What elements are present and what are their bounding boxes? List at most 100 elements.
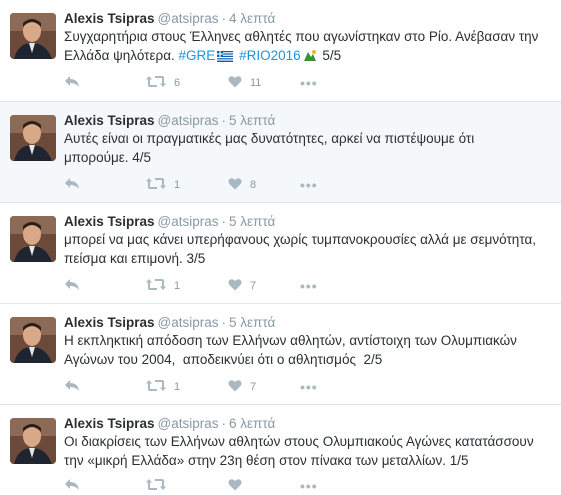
display-name[interactable]: Alexis Tsipras xyxy=(64,416,155,431)
reply-button[interactable] xyxy=(64,379,146,395)
retweet-button[interactable] xyxy=(146,478,228,494)
reply-icon xyxy=(64,478,80,494)
more-icon[interactable]: ••• xyxy=(300,278,318,294)
avatar[interactable] xyxy=(10,216,56,262)
tweet[interactable]: Alexis Tsipras @atsipras · 5 λεπτά Η εκπληκ… xyxy=(0,304,561,405)
medal-icon xyxy=(303,49,317,68)
reply-icon xyxy=(64,177,80,193)
username[interactable]: @atsipras xyxy=(158,113,219,128)
retweet-button[interactable]: 1 xyxy=(146,278,228,294)
tweet-text-line: Συγχαρητήρια στους Έλληνες αθλητές που α… xyxy=(64,29,539,44)
tweet[interactable]: Alexis Tsipras @atsipras · 5 λεπτά Αυτές εί… xyxy=(0,102,561,203)
heart-icon xyxy=(228,75,242,91)
heart-icon xyxy=(228,177,242,193)
timestamp[interactable]: 5 λεπτά xyxy=(229,113,275,128)
tweet-text-line: Ελλάδα ψηλότερα. xyxy=(64,47,175,63)
retweet-button[interactable]: 1 xyxy=(146,379,228,395)
tweet-header: Alexis Tsipras @atsipras · 5 λεπτά xyxy=(64,213,275,231)
retweet-icon xyxy=(146,177,166,193)
tweet-text-line: πείσμα και επιμονή. 3/5 xyxy=(64,250,206,266)
separator-dot: · xyxy=(221,113,227,128)
like-count: 8 xyxy=(250,179,257,191)
heart-icon xyxy=(228,278,242,294)
reply-button[interactable] xyxy=(64,478,146,494)
avatar[interactable] xyxy=(10,418,56,464)
tweet-text: Η εκπληκτική απόδοση των Ελλήνων αθλητών… xyxy=(64,332,544,369)
greek-flag-icon xyxy=(217,49,234,68)
avatar[interactable] xyxy=(10,13,56,59)
more-icon[interactable]: ••• xyxy=(300,379,318,395)
thread-count: 5/5 xyxy=(322,47,342,63)
timeline: Alexis Tsipras @atsipras · 4 λεπτά Συγχαρητ… xyxy=(0,0,561,495)
tweet-actions: 1 7 ••• xyxy=(64,277,318,295)
avatar[interactable] xyxy=(10,317,56,363)
like-button[interactable]: 7 xyxy=(228,278,300,294)
retweet-count: 1 xyxy=(174,280,181,292)
reply-button[interactable] xyxy=(64,75,146,91)
like-button[interactable] xyxy=(228,478,300,494)
retweet-icon xyxy=(146,75,166,91)
more-icon[interactable]: ••• xyxy=(300,177,318,193)
tweet-actions: ••• xyxy=(64,477,318,495)
retweet-icon xyxy=(146,379,166,395)
reply-button[interactable] xyxy=(64,278,146,294)
tweet-text-line: μπορεί να μας κάνει υπερήφανους χωρίς τυ… xyxy=(64,232,537,247)
like-button[interactable]: 11 xyxy=(228,75,300,91)
tweet[interactable]: Alexis Tsipras @atsipras · 5 λεπτά μπορεί ν… xyxy=(0,203,561,304)
separator-dot: · xyxy=(221,214,227,229)
tweet-text-line: Αυτές είναι οι πραγματικές μας δυνατότητ… xyxy=(64,131,475,146)
avatar[interactable] xyxy=(10,115,56,161)
like-button[interactable]: 7 xyxy=(228,379,300,395)
timestamp[interactable]: 4 λεπτά xyxy=(229,11,275,26)
tweet-header: Alexis Tsipras @atsipras · 5 λεπτά xyxy=(64,112,275,130)
heart-icon xyxy=(228,379,242,395)
display-name[interactable]: Alexis Tsipras xyxy=(64,113,155,128)
more-icon[interactable]: ••• xyxy=(300,478,318,494)
separator-dot: · xyxy=(221,416,227,431)
tweet-text-line: μπορούμε. 4/5 xyxy=(64,149,152,165)
more-icon[interactable]: ••• xyxy=(300,75,318,91)
hashtag-link[interactable]: #GRE xyxy=(179,48,216,63)
retweet-icon xyxy=(146,278,166,294)
separator-dot: · xyxy=(221,11,227,26)
separator-dot: · xyxy=(221,315,227,330)
timestamp[interactable]: 6 λεπτά xyxy=(229,416,275,431)
tweet-text-line: Αγώνων του 2004, αποδεικνύει ότι ο αθλητ… xyxy=(64,351,383,367)
tweet[interactable]: Alexis Tsipras @atsipras · 4 λεπτά Συγχαρητ… xyxy=(0,0,561,102)
display-name[interactable]: Alexis Tsipras xyxy=(64,214,155,229)
tweet-text: Αυτές είναι οι πραγματικές μας δυνατότητ… xyxy=(64,130,544,167)
hashtag-link[interactable]: #RIO2016 xyxy=(239,48,301,63)
tweet-text-line: Η εκπληκτική απόδοση των Ελλήνων αθλητών… xyxy=(64,333,517,348)
tweet-text-line: Οι διακρίσεις των Ελλήνων αθλητών στους … xyxy=(64,434,534,449)
retweet-button[interactable]: 6 xyxy=(146,75,228,91)
tweet[interactable]: Alexis Tsipras @atsipras · 6 λεπτά Οι διακρ… xyxy=(0,405,561,495)
username[interactable]: @atsipras xyxy=(158,315,219,330)
heart-icon xyxy=(228,478,242,494)
retweet-count: 1 xyxy=(174,381,181,393)
tweet-actions: 1 7 ••• xyxy=(64,378,318,396)
username[interactable]: @atsipras xyxy=(158,416,219,431)
reply-icon xyxy=(64,75,80,91)
tweet-text-line: την «μικρή Ελλάδα» στην 23η θέση στον πί… xyxy=(64,452,469,468)
reply-icon xyxy=(64,379,80,395)
tweet-header: Alexis Tsipras @atsipras · 5 λεπτά xyxy=(64,314,275,332)
tweet-actions: 6 11 ••• xyxy=(64,74,318,92)
reply-icon xyxy=(64,278,80,294)
tweet-header: Alexis Tsipras @atsipras · 6 λεπτά xyxy=(64,415,275,433)
username[interactable]: @atsipras xyxy=(158,214,219,229)
username[interactable]: @atsipras xyxy=(158,11,219,26)
like-count: 11 xyxy=(250,77,262,89)
tweet-header: Alexis Tsipras @atsipras · 4 λεπτά xyxy=(64,10,275,28)
display-name[interactable]: Alexis Tsipras xyxy=(64,11,155,26)
display-name[interactable]: Alexis Tsipras xyxy=(64,315,155,330)
retweet-icon xyxy=(146,478,166,494)
tweet-text: Συγχαρητήρια στους Έλληνες αθλητές που α… xyxy=(64,28,544,67)
timestamp[interactable]: 5 λεπτά xyxy=(229,315,275,330)
like-button[interactable]: 8 xyxy=(228,177,300,193)
like-count: 7 xyxy=(250,280,257,292)
timestamp[interactable]: 5 λεπτά xyxy=(229,214,275,229)
tweet-text: μπορεί να μας κάνει υπερήφανους χωρίς τυ… xyxy=(64,231,544,268)
retweet-button[interactable]: 1 xyxy=(146,177,228,193)
retweet-count: 1 xyxy=(174,179,181,191)
reply-button[interactable] xyxy=(64,177,146,193)
